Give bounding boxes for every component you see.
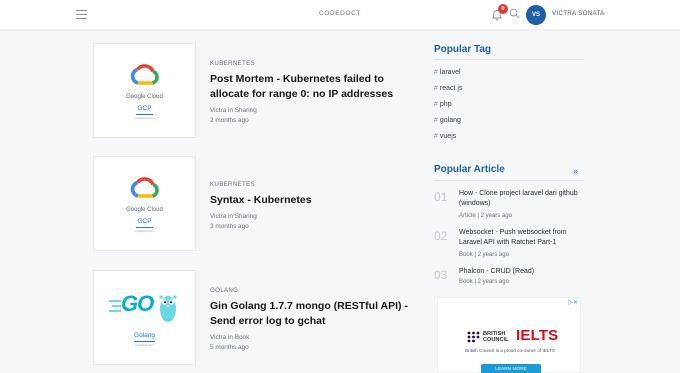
post-time: 2 months ago [210, 117, 249, 124]
tag-link[interactable]: # vuejs [434, 133, 456, 140]
post-title[interactable]: Gin Golang 1.7.7 mongo (RESTful API) - S… [210, 299, 410, 329]
thumb-product: GCP [137, 218, 152, 225]
thumb-brand: Google Cloud [126, 94, 163, 100]
search-icon[interactable] [509, 8, 520, 19]
post-author: Victra in Sharing [210, 107, 257, 114]
article-meta: Book | 2 years ago [459, 279, 509, 285]
post-thumbnail[interactable]: GO Golang codedoct.com [93, 270, 196, 365]
tag-link[interactable]: # php [434, 101, 452, 108]
article-item: 01 How - Clone project laravel dari gith… [434, 189, 594, 223]
thumb-underline [136, 227, 153, 228]
thumb-site: codedoct.com [135, 343, 154, 347]
article-number: 01 [434, 190, 448, 204]
go-logo: GO [121, 291, 154, 316]
post-author: Victra in Book [210, 334, 250, 341]
article-number: 03 [434, 268, 448, 282]
popular-article-title: Popular Article [434, 164, 505, 175]
british-council-logo [467, 331, 480, 343]
gopher-icon [159, 295, 177, 322]
post-author: Victra in Sharing [210, 213, 257, 220]
article-number: 02 [434, 229, 448, 243]
british-council-text: BRITISH COUNCIL [483, 331, 509, 343]
article-item: 03 Phalcon - CRUD (Read) Book | 2 years … [434, 267, 594, 291]
tag-link[interactable]: # laravel [434, 69, 461, 76]
post-category[interactable]: KUBERNETES [210, 60, 410, 67]
post-title[interactable]: Syntax - Kubernetes [210, 193, 410, 208]
top-bar: CODEDOCT 0 VS VICTRA SONATA [0, 0, 680, 29]
ad-banner[interactable]: ▷✕ BRITISH COUNCIL IELTS British Council … [437, 297, 581, 373]
post-time: 3 months ago [210, 223, 249, 230]
ielts-logo: IELTS [516, 327, 559, 344]
article-title[interactable]: Phalcon - CRUD (Read) [459, 267, 587, 277]
google-cloud-logo [130, 177, 159, 198]
thumb-product: Golang [134, 332, 155, 339]
tag-link[interactable]: # golang [434, 117, 461, 124]
post-item: GOLANG Gin Golang 1.7.7 mongo (RESTful A… [210, 287, 410, 351]
post-item: KUBERNETES Syntax - Kubernetes Victra in… [210, 181, 410, 230]
tag-link[interactable]: # react js [434, 85, 462, 92]
post-item: KUBERNETES Post Mortem - Kubernetes fail… [210, 60, 410, 124]
post-thumbnail[interactable]: Google Cloud GCP codedoct.com [93, 156, 196, 251]
speed-lines [109, 300, 121, 312]
divider [434, 180, 584, 181]
article-title[interactable]: How - Clone project laravel dari github … [459, 189, 587, 209]
post-category[interactable]: KUBERNETES [210, 181, 410, 188]
article-item: 02 Websocket - Push websocket from Larav… [434, 228, 594, 262]
notification-badge: 0 [498, 4, 508, 14]
google-cloud-logo [130, 64, 159, 85]
divider [434, 59, 584, 60]
ad-choices-icon[interactable]: ▷✕ [568, 299, 578, 306]
thumb-underline [136, 114, 153, 115]
post-time: 5 months ago [210, 344, 249, 351]
article-meta: Article | 2 years ago [459, 213, 512, 219]
post-title[interactable]: Post Mortem - Kubernetes failed to alloc… [210, 72, 410, 102]
ad-subtext: British Council is a proud co-owner of I… [465, 348, 555, 353]
article-title[interactable]: Websocket - Push websocket from Laravel … [459, 228, 587, 248]
article-meta: Book | 2 years ago [459, 252, 509, 258]
ad-cta-button[interactable]: LEARN MORE [481, 364, 541, 373]
post-category[interactable]: GOLANG [210, 287, 410, 294]
avatar[interactable]: VS [526, 5, 546, 25]
username-menu[interactable]: VICTRA SONATA [552, 10, 605, 17]
thumb-site: codedoct.com [135, 229, 154, 233]
thumb-brand: Google Cloud [126, 207, 163, 213]
post-thumbnail[interactable]: Google Cloud GCP codedoct.com [93, 43, 196, 138]
thumb-product: GCP [137, 105, 152, 112]
double-chevron-right-icon[interactable]: » [573, 166, 578, 176]
popular-tag-title: Popular Tag [434, 44, 492, 55]
thumb-site: codedoct.com [135, 116, 154, 120]
thumb-underline [134, 341, 155, 342]
